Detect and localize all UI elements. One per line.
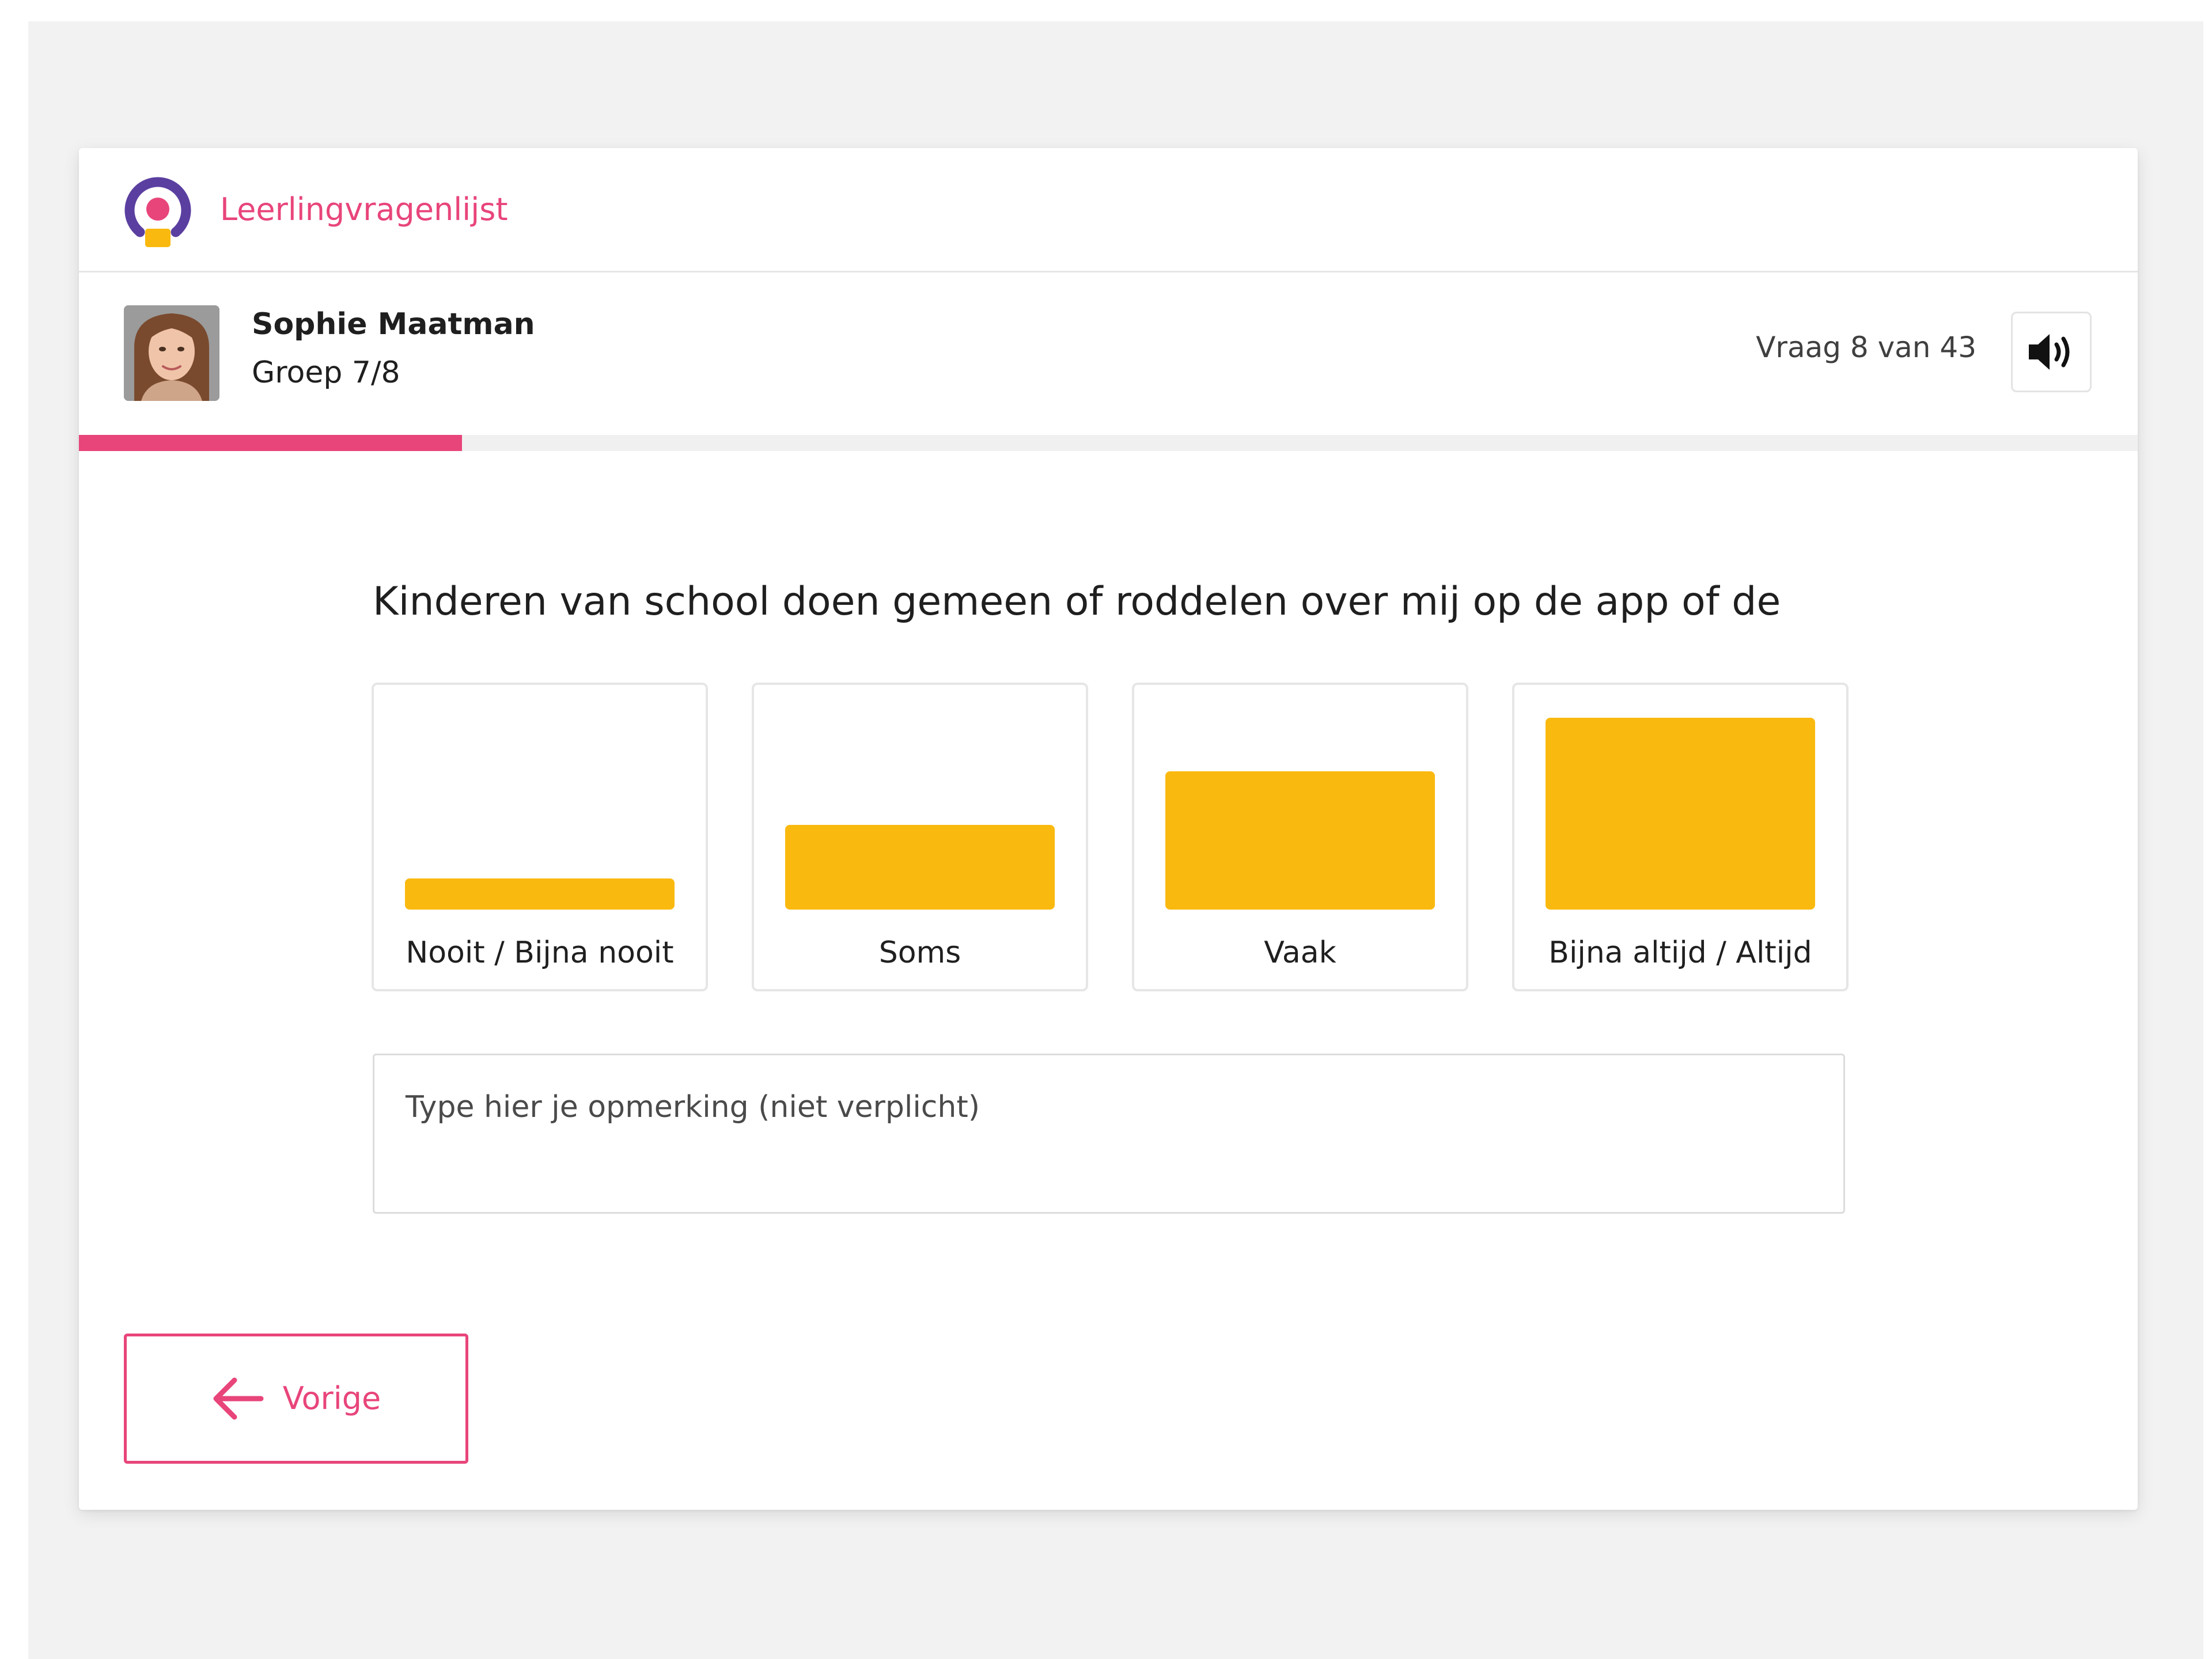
option-label: Soms: [878, 935, 961, 970]
student-photo: [124, 305, 219, 401]
option-frequency-bar: [405, 878, 675, 910]
option-label: Vaak: [1264, 935, 1336, 970]
app-header: Leerlingvragenlijst: [79, 148, 2138, 272]
speaker-icon: [2029, 334, 2070, 370]
read-aloud-button[interactable]: [2011, 312, 2092, 392]
remark-field[interactable]: [373, 1054, 1845, 1214]
app-title: Leerlingvragenlijst: [220, 191, 508, 228]
question-counter: Vraag 8 van 43: [1756, 331, 1976, 364]
student-bar: Sophie Maatman Groep 7/8 Vraag 8 van 43: [79, 272, 2138, 435]
student-name: Sophie Maatman: [252, 307, 535, 342]
progress-bar: [79, 435, 2138, 451]
progress-bar-fill: [79, 435, 462, 451]
option-soms[interactable]: Soms: [752, 683, 1088, 991]
question-text: Kinderen van school doen gemeen of rodde…: [373, 579, 1781, 624]
answer-options: Nooit / Bijna nooit Soms Vaak Bijna alti…: [372, 683, 1849, 994]
student-group: Groep 7/8: [252, 355, 400, 390]
option-frequency-bar: [1165, 771, 1435, 910]
previous-button[interactable]: Vorige: [124, 1334, 468, 1464]
avatar: [124, 305, 219, 401]
option-frequency-bar: [785, 825, 1055, 910]
option-bijna-altijd[interactable]: Bijna altijd / Altijd: [1512, 683, 1849, 991]
option-label: Nooit / Bijna nooit: [406, 935, 674, 970]
option-frequency-bar: [1546, 718, 1815, 910]
survey-logo-icon: [124, 177, 191, 247]
option-label: Bijna altijd / Altijd: [1548, 935, 1812, 970]
option-nooit[interactable]: Nooit / Bijna nooit: [372, 683, 708, 991]
questionnaire-card: Leerlingvragenlijst Sophie Maatman Groep…: [79, 148, 2138, 1510]
previous-label: Vorige: [282, 1380, 381, 1416]
option-vaak[interactable]: Vaak: [1132, 683, 1468, 991]
arrow-left-icon: [213, 1377, 264, 1420]
